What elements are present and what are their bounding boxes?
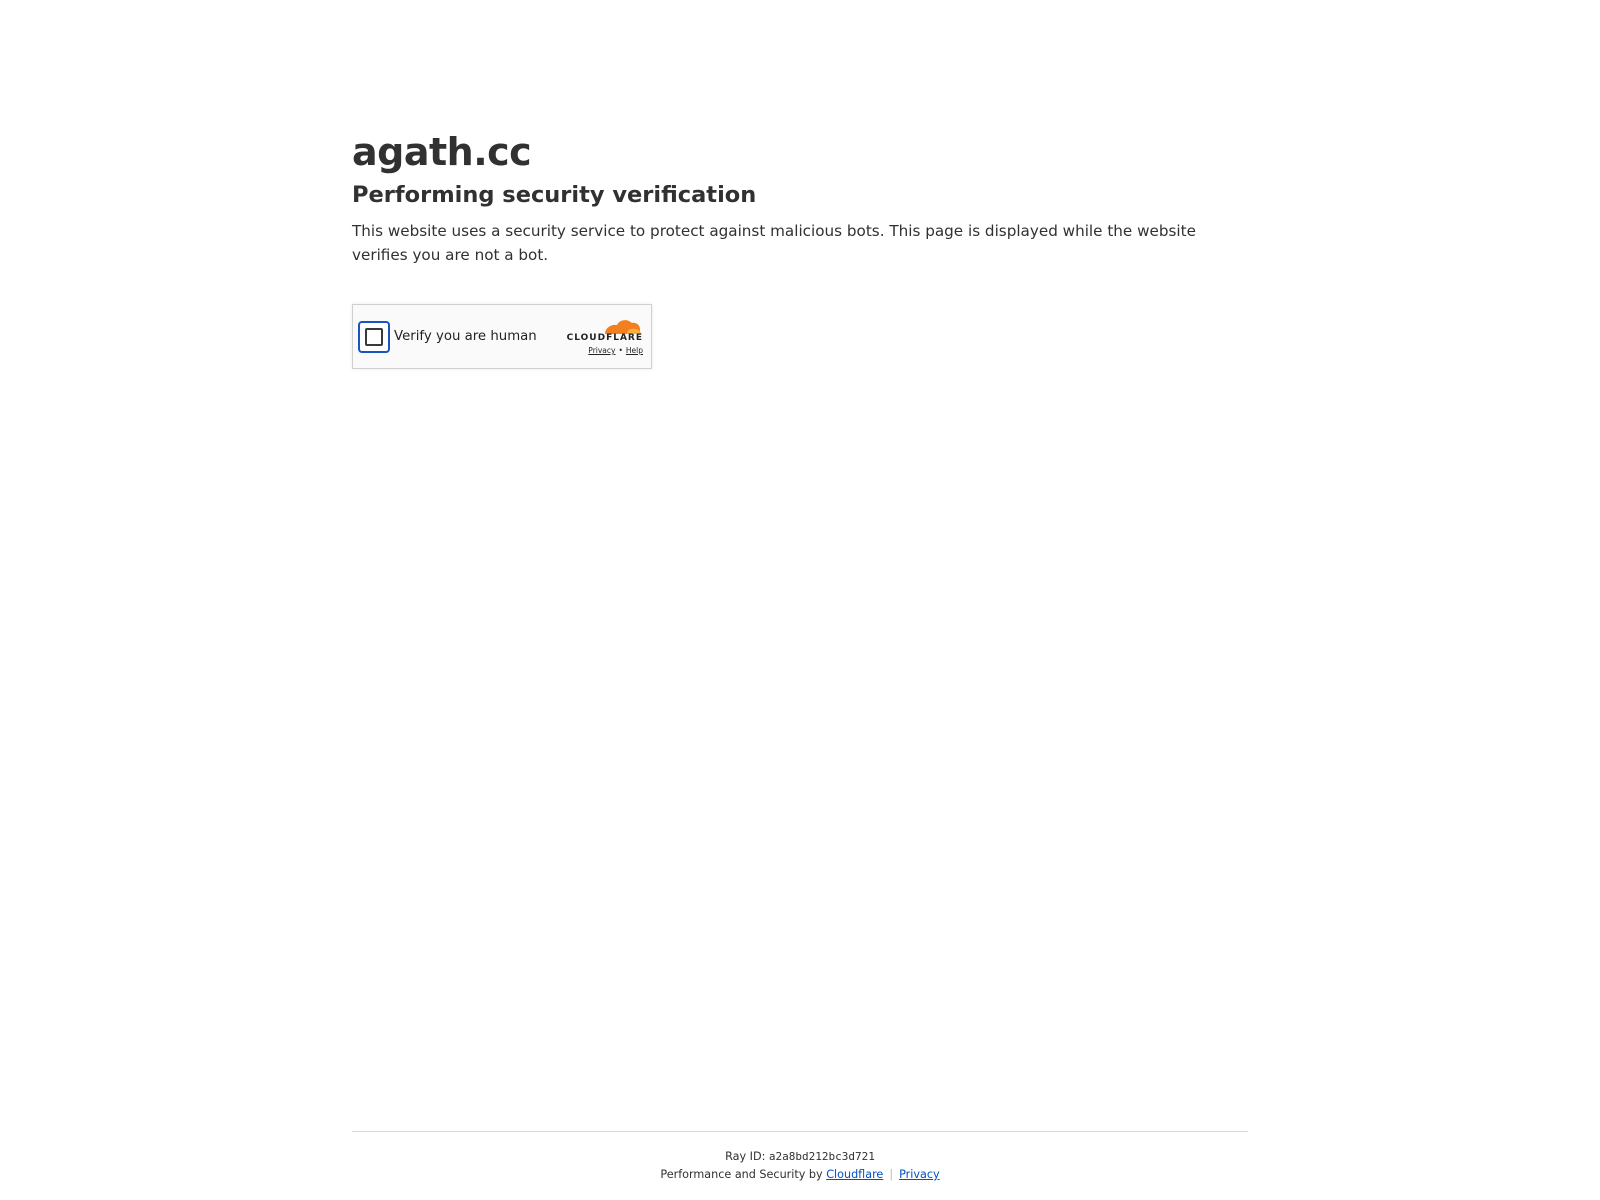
widget-privacy-link[interactable]: Privacy — [588, 346, 615, 355]
cloudflare-wordmark: CLOUDFLARE — [566, 333, 643, 343]
main-content: agath.cc Performing security verificatio… — [352, 128, 1248, 267]
ray-id-line: Ray ID: a2a8bd212bc3d721 — [352, 1149, 1248, 1165]
performance-text: Performance and Security by — [660, 1168, 823, 1181]
footer-divider — [352, 1131, 1248, 1132]
turnstile-widget: Verify you are human CLOUDFLARE Privacy •… — [352, 304, 652, 369]
site-name: agath.cc — [352, 130, 532, 174]
footer-separator: | — [889, 1168, 894, 1181]
page-heading: Performing security verification — [352, 182, 757, 208]
page-description: This website uses a security service to … — [352, 222, 1196, 264]
footer-privacy-link[interactable]: Privacy — [899, 1168, 940, 1181]
performance-line: Performance and Security by Cloudflare | P… — [352, 1167, 1248, 1183]
widget-link-separator: • — [618, 346, 623, 355]
ray-id-label: Ray ID: — [725, 1150, 766, 1163]
widget-help-link[interactable]: Help — [626, 346, 643, 355]
widget-links: Privacy • Help — [588, 346, 643, 355]
verify-checkbox[interactable] — [358, 321, 390, 353]
verify-label: Verify you are human — [394, 329, 537, 344]
ray-id-value: a2a8bd212bc3d721 — [768, 1150, 875, 1163]
cloudflare-link[interactable]: Cloudflare — [826, 1168, 883, 1181]
checkbox-box — [365, 328, 383, 346]
